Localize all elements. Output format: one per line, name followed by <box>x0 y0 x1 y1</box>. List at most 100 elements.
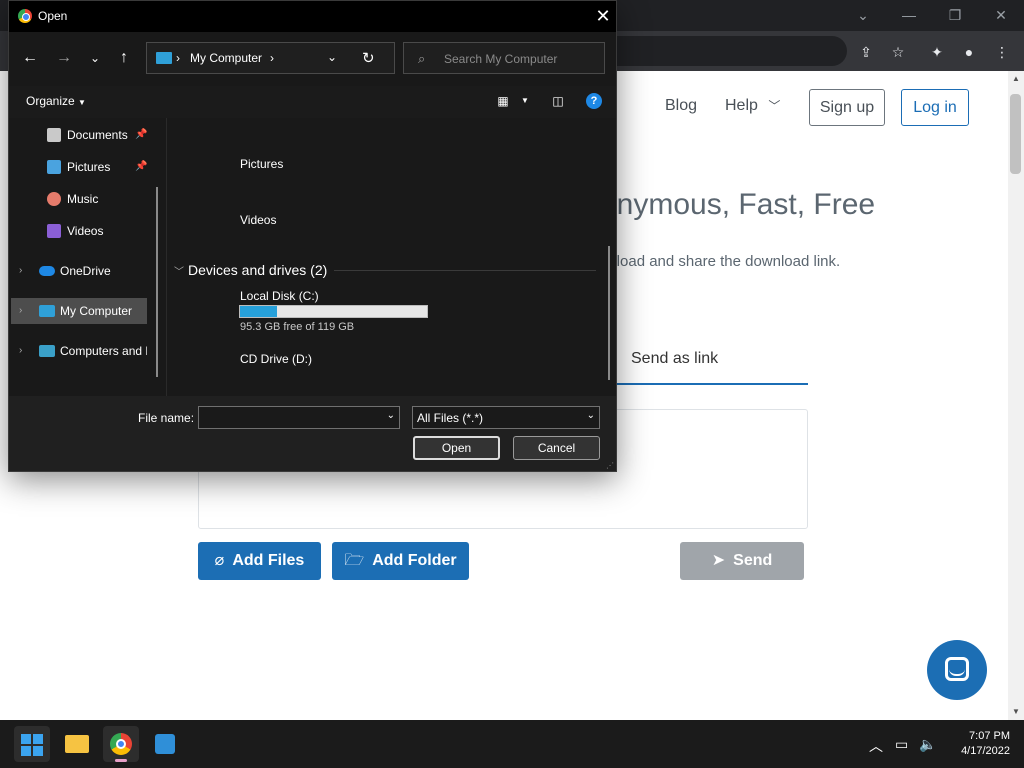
cancel-button[interactable]: Cancel <box>513 436 600 460</box>
nav-help-link[interactable]: Help ﹀ <box>725 97 780 115</box>
drive-free-space: 95.3 GB free of 119 GB <box>240 321 355 333</box>
dialog-titlebar[interactable]: Open ✕ <box>9 1 616 32</box>
breadcrumb-my-computer[interactable]: My Computer <box>190 51 262 65</box>
chat-widget-button[interactable] <box>927 640 987 700</box>
file-name-input[interactable]: ⌄ <box>198 406 400 429</box>
scroll-down-icon[interactable]: ▼ <box>1008 705 1024 719</box>
folder-icon <box>65 735 89 753</box>
network-icon[interactable]: ▭ <box>895 736 908 753</box>
group-header-devices[interactable]: ﹀ Devices and drives (2) <box>174 262 327 278</box>
open-file-dialog: Open ✕ ← → ⌄ ↑ › My Computer › ⌄ ↻ ⌕ Sea… <box>8 0 617 472</box>
dropdown-caret-icon: ▼ <box>78 98 86 107</box>
expand-chevron-icon[interactable]: › <box>19 338 22 364</box>
file-type-select[interactable]: All Files (*.*) ⌄ <box>412 406 600 429</box>
add-files-button[interactable]: ⌀ Add Files <box>198 542 321 580</box>
up-arrow-icon[interactable]: ↑ <box>114 48 134 68</box>
page-scrollbar-thumb[interactable] <box>1010 94 1021 174</box>
paperclip-icon: ⌀ <box>214 552 225 569</box>
folder-item[interactable]: Pictures <box>240 157 283 171</box>
expand-chevron-icon[interactable]: › <box>19 258 22 284</box>
view-dropdown-caret-icon[interactable]: ▼ <box>517 94 533 108</box>
nav-item-label: Pictures <box>67 160 111 174</box>
resize-grip-icon[interactable]: ⋰ <box>606 461 614 470</box>
clock-date: 4/17/2022 <box>961 745 1010 757</box>
nav-item-pictures[interactable]: Pictures 📌 <box>39 154 149 180</box>
search-input[interactable]: ⌕ Search My Computer <box>403 42 605 74</box>
folder-open-icon: 🗁 <box>344 552 365 569</box>
drive-cd-d[interactable]: CD Drive (D:) <box>240 352 312 366</box>
breadcrumb-separator-icon[interactable]: › <box>176 51 180 65</box>
send-label: Send <box>733 552 773 569</box>
file-list-area[interactable] <box>167 118 616 396</box>
scroll-up-icon[interactable]: ▲ <box>1008 72 1024 86</box>
recent-locations-chevron-icon[interactable]: ⌄ <box>85 48 105 68</box>
expand-chevron-icon[interactable]: › <box>19 298 22 324</box>
profile-icon[interactable]: ● <box>959 42 979 62</box>
nav-item-music[interactable]: Music <box>39 186 149 212</box>
add-folder-label: Add Folder <box>372 552 457 569</box>
show-hidden-icons-chevron-icon[interactable]: ︿ <box>869 736 883 756</box>
breadcrumb-separator-icon[interactable]: › <box>270 51 274 65</box>
music-icon <box>47 192 61 206</box>
chevron-down-icon: ﹀ <box>768 99 781 113</box>
dialog-close-icon[interactable]: ✕ <box>593 5 613 27</box>
address-bar[interactable]: › My Computer › ⌄ ↻ <box>146 42 395 74</box>
organize-menu[interactable]: Organize ▼ <box>26 94 86 108</box>
share-icon[interactable]: ⇪ <box>856 42 876 62</box>
nav-item-network[interactable]: › Computers and D <box>11 338 147 364</box>
tab-search-chevron-icon[interactable]: ⌄ <box>851 5 875 25</box>
help-icon[interactable]: ? <box>586 93 602 109</box>
app-taskbar-button[interactable] <box>147 726 183 762</box>
signup-button[interactable]: Sign up <box>809 89 885 126</box>
drive-usage-bar <box>239 305 428 318</box>
folder-item[interactable]: Videos <box>240 213 276 227</box>
view-options-icon[interactable]: ▦ <box>495 94 511 108</box>
close-window-icon[interactable]: ✕ <box>989 5 1013 25</box>
nav-item-label: OneDrive <box>60 264 111 278</box>
drive-local-disk-c[interactable]: Local Disk (C:) <box>240 289 319 303</box>
dialog-title: Open <box>38 9 68 23</box>
nav-item-videos[interactable]: Videos <box>39 218 149 244</box>
collapse-chevron-icon[interactable]: ﹀ <box>174 267 184 278</box>
add-files-label: Add Files <box>232 552 305 569</box>
tab-send-as-link[interactable]: Send as link <box>610 350 808 385</box>
volume-icon[interactable]: 🔈 <box>919 736 936 753</box>
chevron-down-icon[interactable]: ⌄ <box>387 410 395 421</box>
chrome-icon <box>110 733 132 755</box>
preview-pane-icon[interactable]: ◫ <box>550 94 566 108</box>
file-name-label: File name: <box>138 411 195 425</box>
menu-icon[interactable]: ⋮ <box>992 42 1012 62</box>
send-button[interactable]: ➤ Send <box>680 542 804 580</box>
group-header-label: Devices and drives (2) <box>188 262 328 278</box>
nav-blog-link[interactable]: Blog <box>665 97 697 115</box>
restore-icon[interactable]: ❐ <box>943 5 967 25</box>
forward-arrow-icon[interactable]: → <box>54 48 74 68</box>
hero-title: onymous, Fast, Free <box>600 188 876 221</box>
file-list-scrollbar[interactable] <box>608 246 610 380</box>
group-divider <box>334 270 596 271</box>
open-button[interactable]: Open <box>413 436 500 460</box>
file-explorer-taskbar-button[interactable] <box>59 726 95 762</box>
pin-icon[interactable]: 📌 <box>135 122 147 148</box>
chrome-taskbar-button[interactable] <box>103 726 139 762</box>
videos-icon <box>47 224 61 238</box>
nav-pane-scrollbar[interactable] <box>156 187 158 377</box>
pin-icon[interactable]: 📌 <box>135 154 147 180</box>
nav-item-label: Videos <box>67 224 104 238</box>
nav-item-onedrive[interactable]: › OneDrive <box>11 258 149 284</box>
star-icon[interactable]: ☆ <box>888 42 908 62</box>
omnibox[interactable] <box>617 36 847 66</box>
chevron-down-icon[interactable]: ⌄ <box>587 410 595 421</box>
network-computers-icon <box>39 345 55 357</box>
nav-item-my-computer[interactable]: › My Computer <box>11 298 147 324</box>
refresh-icon[interactable]: ↻ <box>362 49 375 67</box>
minimize-icon[interactable]: — <box>897 5 921 25</box>
address-history-chevron-icon[interactable]: ⌄ <box>327 50 337 64</box>
extensions-icon[interactable]: ✦ <box>927 42 947 62</box>
nav-item-documents[interactable]: Documents 📌 <box>39 122 149 148</box>
login-button[interactable]: Log in <box>901 89 969 126</box>
back-arrow-icon[interactable]: ← <box>20 48 40 68</box>
nav-help-label: Help <box>725 97 758 114</box>
add-folder-button[interactable]: 🗁 Add Folder <box>332 542 469 580</box>
taskbar-clock[interactable]: 7:07 PM 4/17/2022 <box>944 729 1010 759</box>
